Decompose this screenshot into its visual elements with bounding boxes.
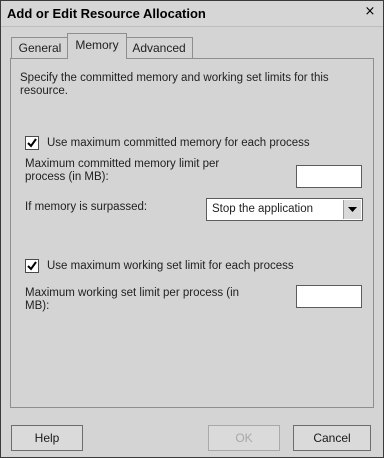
title-bar: Add or Edit Resource Allocation × [1,1,383,27]
tab-advanced[interactable]: Advanced [125,37,193,58]
committed-memory-checkbox[interactable] [25,136,39,150]
checkmark-icon [27,261,37,271]
cancel-button[interactable]: Cancel [293,425,371,451]
close-icon[interactable]: × [363,5,377,19]
committed-memory-checkbox-label: Use maximum committed memory for each pr… [47,137,310,149]
description-text: Specify the committed memory and working… [20,72,329,97]
working-set-limit-label: Maximum working set limit per process (i… [25,287,240,312]
dialog-title: Add or Edit Resource Allocation [7,6,206,21]
dropdown-button[interactable] [343,200,361,219]
ok-button[interactable]: OK [208,425,280,451]
working-set-limit-input[interactable] [296,285,362,308]
surpassed-action-select[interactable]: Stop the application [206,198,363,221]
surpassed-action-value: Stop the application [212,203,314,215]
working-set-checkbox-label: Use maximum working set limit for each p… [47,260,294,272]
surpassed-label: If memory is surpassed: [25,201,148,213]
checkmark-icon [27,138,37,148]
committed-limit-input[interactable] [296,165,362,188]
tab-general[interactable]: General [11,37,69,58]
chevron-down-icon [348,207,357,212]
committed-limit-label: Maximum committed memory limit per proce… [25,158,220,183]
help-button[interactable]: Help [11,425,83,451]
working-set-checkbox[interactable] [25,259,39,273]
tab-memory[interactable]: Memory [67,33,127,59]
dialog-window: Add or Edit Resource Allocation × Genera… [0,0,384,458]
memory-tab-panel: Specify the committed memory and working… [10,58,374,408]
